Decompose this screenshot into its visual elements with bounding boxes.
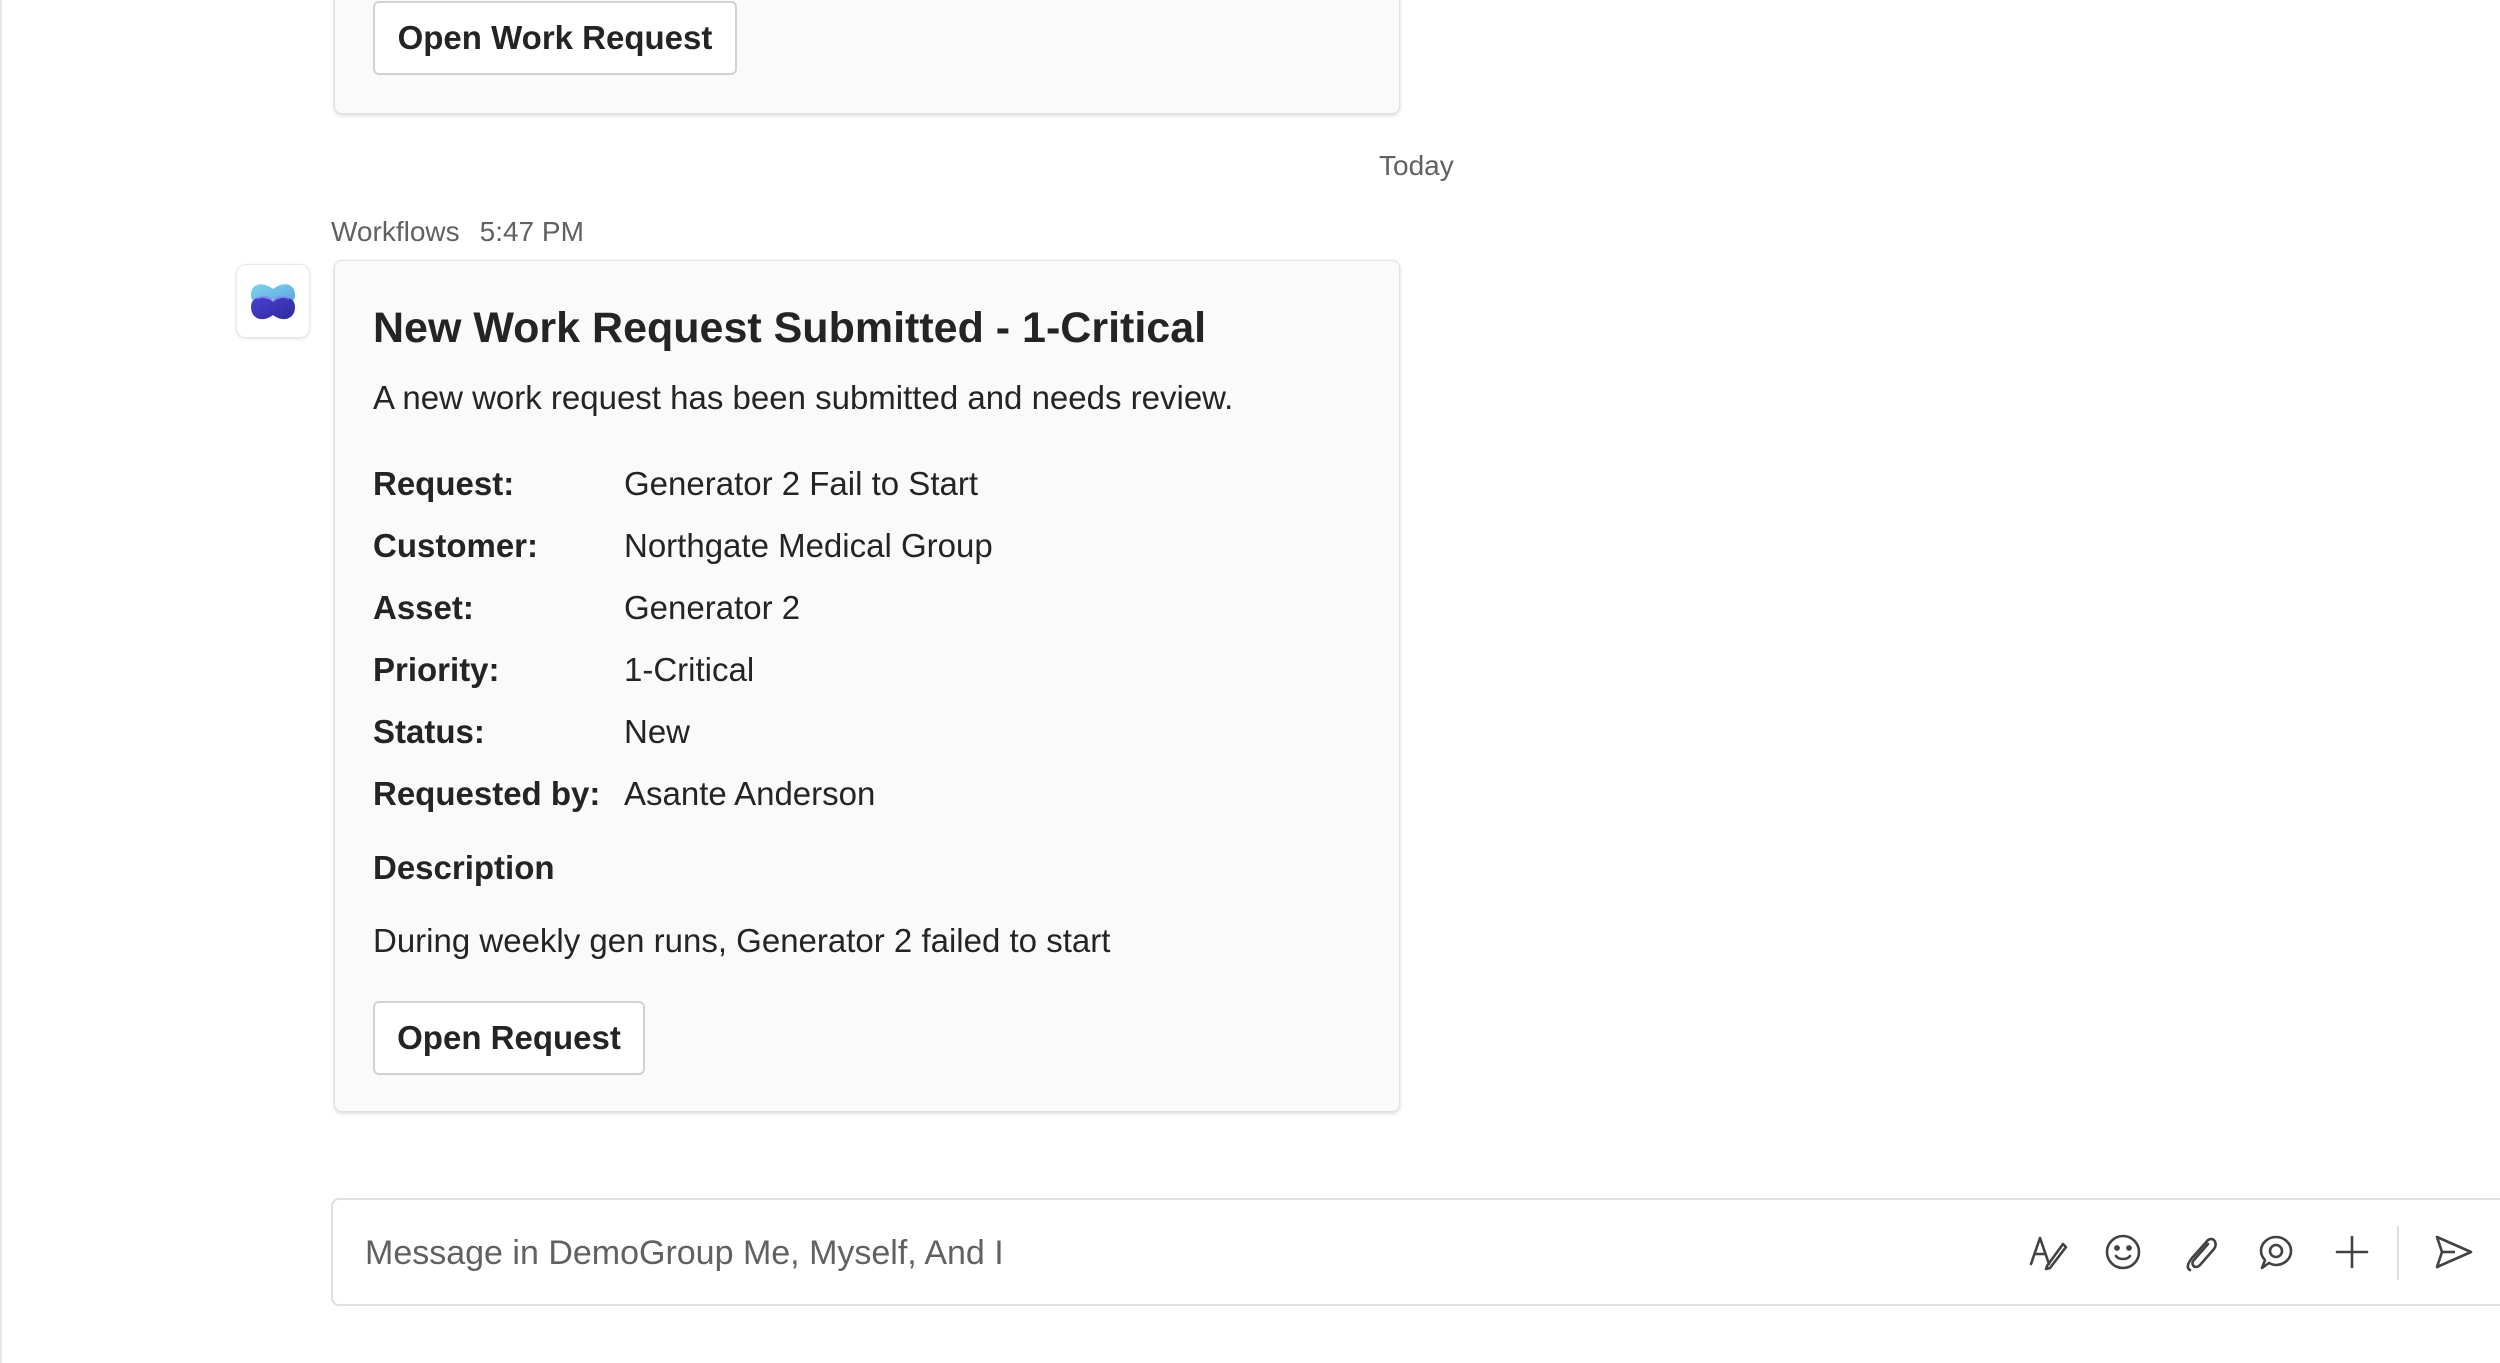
open-request-button[interactable]: Open Request — [373, 1001, 645, 1075]
fact-label: Priority: — [373, 651, 500, 689]
fact-value: Generator 2 — [624, 589, 801, 627]
fact-label: Request: — [373, 465, 515, 503]
fact-label: Asset: — [373, 589, 474, 627]
fact-value: New — [624, 713, 691, 751]
sender-name[interactable]: Workflows — [331, 216, 460, 248]
fact-label: Status: — [373, 713, 485, 751]
fact-value: Northgate Medical Group — [624, 527, 993, 565]
fact-value: Generator 2 Fail to Start — [624, 465, 978, 503]
message-input[interactable] — [363, 1200, 1967, 1306]
workflows-logo-icon — [251, 284, 295, 320]
emoji-icon — [2105, 1234, 2141, 1270]
add-button[interactable] — [2328, 1228, 2376, 1276]
attach-icon — [2186, 1237, 2217, 1272]
compose-box — [331, 1198, 2500, 1306]
date-divider: Today — [1379, 150, 1454, 181]
message-timestamp: 5:47 PM — [479, 216, 584, 247]
previous-adaptive-card: Open Work Request — [334, 0, 1400, 114]
fact-asset: Asset: Generator 2 — [373, 577, 1361, 639]
fact-customer: Customer: Northgate Medical Group — [373, 515, 1361, 577]
fact-label: Customer: — [373, 527, 539, 565]
fact-value: 1-Critical — [624, 651, 755, 689]
attach-button[interactable] — [2176, 1228, 2224, 1276]
loop-button[interactable] — [2252, 1228, 2300, 1276]
send-button[interactable] — [2429, 1228, 2477, 1276]
fact-status: Status: New — [373, 701, 1361, 763]
message-header: Workflows 5:47 PM — [331, 216, 584, 248]
compose-divider — [2397, 1226, 2399, 1280]
fact-value: Asante Anderson — [624, 775, 876, 813]
card-subtitle: A new work request has been submitted an… — [373, 378, 1234, 416]
emoji-button[interactable] — [2099, 1228, 2147, 1276]
fact-priority: Priority: 1-Critical — [373, 639, 1361, 701]
fact-request: Request: Generator 2 Fail to Start — [373, 453, 1361, 515]
left-border — [0, 0, 2, 1363]
card-title: New Work Request Submitted - 1-Critical — [373, 304, 1207, 352]
format-button[interactable] — [2023, 1228, 2071, 1276]
fact-requested-by: Requested by: Asante Anderson — [373, 763, 1361, 825]
description-text: During weekly gen runs, Generator 2 fail… — [373, 922, 1111, 960]
fact-set: Request: Generator 2 Fail to Start Custo… — [373, 453, 1361, 825]
fact-label: Requested by: — [373, 775, 601, 813]
loop-icon — [2259, 1235, 2293, 1270]
format-icon — [2029, 1236, 2068, 1271]
plus-icon — [2335, 1235, 2369, 1269]
sender-avatar[interactable] — [236, 264, 310, 338]
work-request-card: New Work Request Submitted - 1-Critical … — [334, 260, 1400, 1112]
send-icon — [2435, 1235, 2473, 1269]
open-work-request-button[interactable]: Open Work Request — [373, 1, 737, 75]
description-heading: Description — [373, 849, 555, 887]
